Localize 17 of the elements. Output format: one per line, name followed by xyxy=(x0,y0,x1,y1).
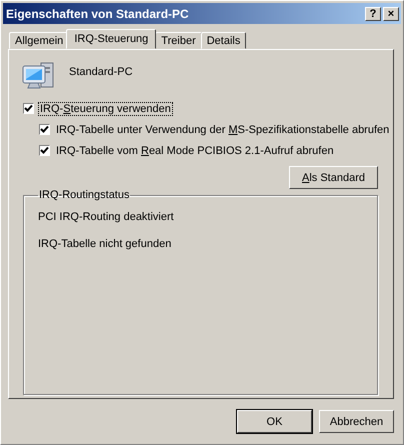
checkbox[interactable] xyxy=(23,103,34,114)
help-button[interactable]: ? xyxy=(365,6,381,20)
checkbox[interactable] xyxy=(39,145,50,156)
tab[interactable]: IRQ-Steuerung xyxy=(66,29,156,49)
ok-button[interactable]: OK xyxy=(237,410,312,433)
status-text: PCI IRQ-Routing deaktiviert xyxy=(38,211,175,223)
checkbox-option[interactable]: IRQ-Tabelle unter Verwendung der MS-Spezifikationstabelle abrufen xyxy=(23,119,392,140)
device-name: Standard-PC xyxy=(69,66,133,78)
tab[interactable]: Details xyxy=(200,32,246,49)
window-title: Eigenschaften von Standard-PC xyxy=(6,6,189,20)
checkbox[interactable] xyxy=(39,124,50,135)
cancel-button[interactable]: Abbrechen xyxy=(319,410,394,433)
default-button[interactable]: Als Standard xyxy=(289,166,378,189)
checkbox-option[interactable]: IRQ-Tabelle vom Real Mode PCIBIOS 2.1-Aufruf abrufen xyxy=(23,140,336,161)
group-title: IRQ-Routingstatus xyxy=(38,189,130,201)
close-button[interactable]: × xyxy=(383,6,399,20)
status-text: IRQ-Tabelle nicht gefunden xyxy=(38,238,172,250)
